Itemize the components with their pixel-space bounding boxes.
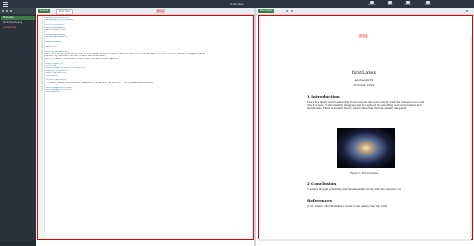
preview-toolbar: Recompile	[256, 8, 474, 15]
pane-splitter[interactable]	[254, 8, 256, 246]
download-pdf-icon[interactable]	[286, 10, 288, 12]
new-folder-icon[interactable]	[6, 10, 8, 12]
code-line[interactable]: \end{document}	[45, 91, 250, 93]
doc-author: anchao2019	[354, 78, 374, 82]
preview-horizontal-scrollbar[interactable]	[258, 239, 471, 241]
window-title: first.xtex	[230, 2, 244, 6]
section-introduction: 1 Introduction	[307, 94, 340, 99]
source-editor[interactable]: \documentclass{article} \usepackage[utf8]…	[37, 15, 254, 240]
source-area-annotation: 源码区	[156, 9, 166, 13]
expand-icon[interactable]	[466, 10, 468, 12]
file-item-main[interactable]: first.xtex	[1, 16, 35, 20]
preview-vertical-scrollbar[interactable]	[470, 36, 472, 236]
menu-button[interactable]: Menu	[420, 0, 436, 8]
upload-icon[interactable]	[10, 10, 12, 12]
sidebar-footer	[0, 241, 36, 246]
introduction-text: There is a theory which states that if e…	[307, 101, 425, 111]
file-item-bib[interactable]: sample.bib	[1, 26, 35, 30]
top-bar: first.xtex Review Share History Menu	[0, 0, 474, 8]
section-conclusion: 2 Conclusion	[307, 181, 337, 186]
line-number: 32	[41, 91, 43, 93]
pdf-preview[interactable]: 预览区 firstLatex anchao2019 October 2019 1…	[258, 15, 473, 240]
conclusion-text: "I always thought something was fundamen…	[307, 188, 401, 191]
share-button[interactable]: Share	[382, 0, 398, 8]
references-heading: References	[307, 198, 332, 203]
doc-title: firstLatex	[351, 70, 377, 76]
reference-item: [1] D. Adams. The Hitchhiker's Guide to …	[307, 205, 388, 208]
figure-caption: Figure 1: The Universe	[349, 172, 379, 175]
menu-icon[interactable]	[2, 1, 10, 7]
review-button[interactable]: Review	[364, 0, 380, 8]
file-item-image[interactable]: Andromeda.png	[1, 21, 35, 25]
source-toggle[interactable]: Source	[38, 9, 51, 13]
doc-date: October 2019	[353, 83, 375, 87]
logs-icon[interactable]	[291, 10, 293, 12]
new-file-icon[interactable]	[2, 10, 4, 12]
file-tree: first.xtex Andromeda.png sample.bib	[0, 8, 36, 246]
editor-toolbar: Source Rich Text 源码区	[36, 8, 254, 15]
file-tree-toolbar	[0, 8, 36, 14]
recompile-button[interactable]: Recompile	[258, 9, 275, 13]
history-button[interactable]: History	[400, 0, 416, 8]
preview-area-annotation: 预览区	[359, 34, 369, 38]
galaxy-figure	[337, 128, 395, 168]
